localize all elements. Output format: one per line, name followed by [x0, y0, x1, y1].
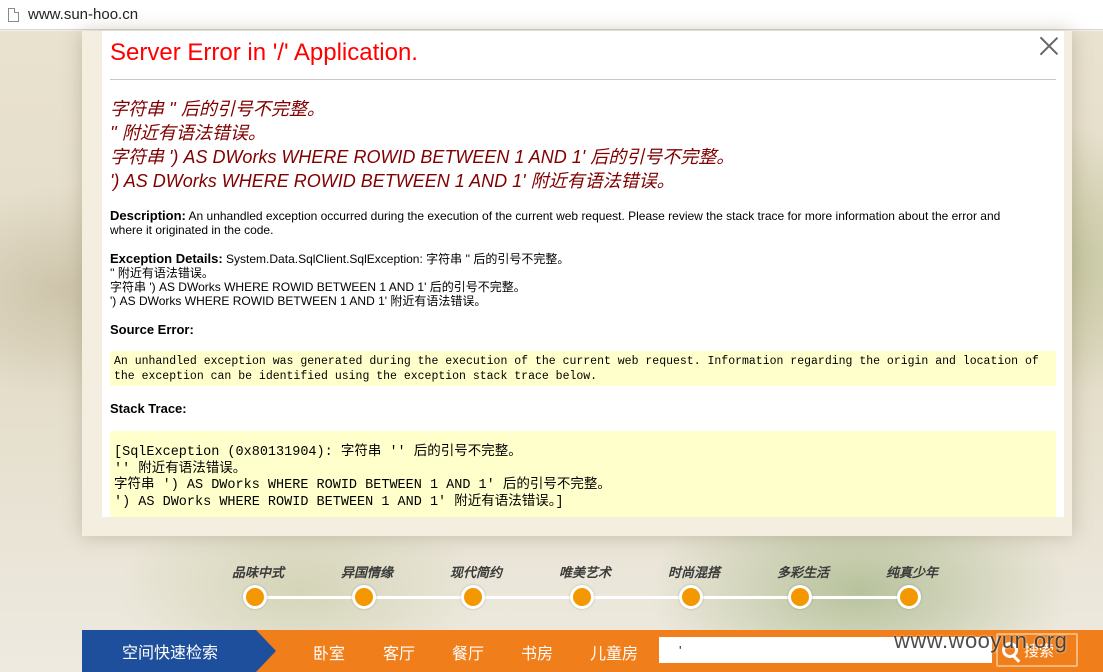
category-label[interactable]: 现代简约: [431, 562, 521, 581]
page-icon: [8, 7, 19, 22]
exception-line: System.Data.SqlClient.SqlException: 字符串 …: [226, 252, 570, 266]
description-label: Description:: [110, 208, 186, 223]
url-text[interactable]: www.sun-hoo.cn: [28, 6, 138, 23]
room-link[interactable]: 儿童房: [590, 640, 638, 664]
room-link[interactable]: 书房: [521, 640, 553, 664]
exception-label: Exception Details:: [110, 251, 223, 266]
error-message: 字符串 '' 后的引号不完整。 '' 附近有语法错误。 字符串 ') AS DW…: [110, 97, 734, 193]
exception-details-section: Exception Details: System.Data.SqlClient…: [110, 251, 1030, 309]
category-dot[interactable]: [679, 585, 703, 609]
error-title: Server Error in '/' Application.: [110, 39, 418, 66]
divider: [110, 79, 1056, 80]
description-text: An unhandled exception occurred during t…: [110, 209, 1001, 237]
stack-trace-label: Stack Trace:: [110, 401, 187, 416]
stack-trace-line: ') AS DWorks WHERE ROWID BETWEEN 1 AND 1…: [114, 494, 564, 510]
error-message-line: 字符串 ') AS DWorks WHERE ROWID BETWEEN 1 A…: [110, 147, 735, 167]
category-label[interactable]: 品味中式: [213, 562, 303, 581]
category-dot[interactable]: [352, 585, 376, 609]
error-panel: Server Error in '/' Application. 字符串 '' …: [102, 31, 1064, 517]
watermark: www.wooyun.org: [894, 628, 1068, 653]
stack-trace-line: 字符串 ') AS DWorks WHERE ROWID BETWEEN 1 A…: [114, 478, 611, 493]
error-message-line: 字符串 '' 后的引号不完整。: [110, 99, 325, 119]
stack-trace-box[interactable]: [SqlException (0x80131904): 字符串 '' 后的引号不…: [110, 431, 1056, 517]
stack-trace-line: [SqlException (0x80131904): 字符串 '' 后的引号不…: [114, 445, 522, 460]
category-label[interactable]: 异国情缘: [322, 562, 412, 581]
category-dot[interactable]: [461, 585, 485, 609]
source-error-box: An unhandled exception was generated dur…: [110, 351, 1056, 386]
category-dot[interactable]: [788, 585, 812, 609]
room-link[interactable]: 卧室: [313, 640, 345, 664]
error-message-line: ') AS DWorks WHERE ROWID BETWEEN 1 AND 1…: [110, 171, 675, 191]
category-label[interactable]: 唯美艺术: [540, 562, 630, 581]
category-label[interactable]: 时尚混搭: [649, 562, 739, 581]
error-message-line: '' 附近有语法错误。: [110, 123, 266, 143]
address-bar[interactable]: www.sun-hoo.cn: [0, 0, 1103, 30]
source-error-label: Source Error:: [110, 322, 194, 337]
close-icon[interactable]: [1039, 36, 1059, 56]
category-dot[interactable]: [243, 585, 267, 609]
category-dot[interactable]: [897, 585, 921, 609]
exception-line: 字符串 ') AS DWorks WHERE ROWID BETWEEN 1 A…: [110, 280, 526, 294]
exception-line: ') AS DWorks WHERE ROWID BETWEEN 1 AND 1…: [110, 294, 487, 308]
category-label[interactable]: 纯真少年: [867, 562, 957, 581]
exception-line: '' 附近有语法错误。: [110, 266, 214, 280]
category-dot[interactable]: [570, 585, 594, 609]
description-section: Description: An unhandled exception occu…: [110, 208, 1030, 238]
quick-search-label: 空间快速检索: [82, 630, 258, 672]
room-link[interactable]: 客厅: [383, 640, 415, 664]
stack-trace-line: '' 附近有语法错误。: [114, 461, 247, 477]
category-label[interactable]: 多彩生活: [758, 562, 848, 581]
room-link[interactable]: 餐厅: [452, 640, 484, 664]
